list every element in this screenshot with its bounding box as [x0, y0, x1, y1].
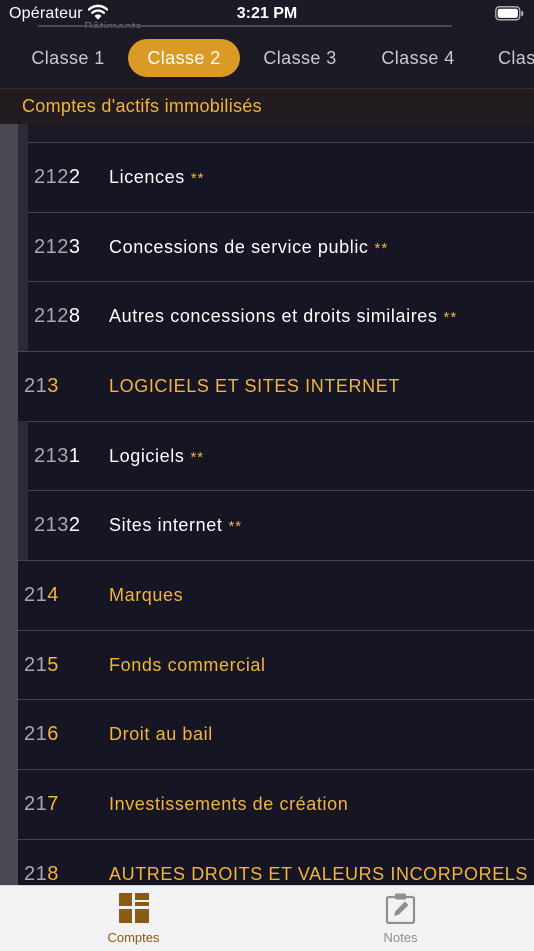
- account-code: 218: [24, 863, 59, 885]
- account-code: 2132: [34, 514, 81, 536]
- account-row-215[interactable]: 215 Fonds commercial: [18, 630, 534, 700]
- account-code: 215: [24, 654, 59, 676]
- account-row-2122[interactable]: 2122 Licences **: [28, 142, 534, 212]
- account-label: Droit au bail: [109, 724, 213, 744]
- stars-marker: **: [190, 170, 205, 187]
- account-row-2132[interactable]: 2132 Sites internet **: [28, 490, 534, 560]
- account-code: 2128: [34, 305, 81, 327]
- class-tabs: Classe 1 Classe 2 Classe 3 Classe 4 Clas…: [0, 28, 534, 88]
- section-header: Comptes d'actifs immobilisés: [0, 88, 534, 125]
- account-row-217[interactable]: 217 Investissements de création: [18, 769, 534, 839]
- grid-icon: [118, 892, 150, 924]
- account-label: AUTRES DROITS ET VALEURS INCORPORELS: [109, 864, 529, 884]
- account-label: Sites internet **: [109, 515, 243, 535]
- account-label: Fonds commercial: [109, 655, 266, 675]
- account-row-2131[interactable]: 2131 Logiciels **: [28, 421, 534, 491]
- bottom-tab-bar: Comptes Notes: [0, 885, 534, 951]
- stars-marker: **: [374, 240, 389, 257]
- account-code: 214: [24, 584, 59, 606]
- divider: [38, 25, 452, 27]
- account-row-214[interactable]: 214 Marques: [18, 560, 534, 630]
- section-title: Comptes d'actifs immobilisés: [22, 96, 262, 116]
- stars-marker: **: [228, 518, 243, 535]
- stars-marker: **: [443, 309, 458, 326]
- tab-comptes[interactable]: Comptes: [0, 886, 267, 951]
- account-label: Marques: [109, 585, 184, 605]
- account-row-2128[interactable]: 2128 Autres concessions et droits simila…: [28, 281, 534, 351]
- tab-classe-4[interactable]: Classe 4: [368, 39, 468, 77]
- account-code: 2131: [34, 445, 81, 467]
- account-row-213[interactable]: 213 LOGICIELS ET SITES INTERNET: [18, 351, 534, 421]
- account-code: 217: [24, 793, 59, 815]
- account-label: Concessions de service public **: [109, 237, 389, 257]
- account-label: Logiciels **: [109, 446, 205, 466]
- tab-classe-2[interactable]: Classe 2: [128, 39, 240, 77]
- tab-classe-5[interactable]: Classe 5: [485, 39, 534, 77]
- tab-classe-3[interactable]: Classe 3: [250, 39, 350, 77]
- account-row-216[interactable]: 216 Droit au bail: [18, 699, 534, 769]
- accounts-list[interactable]: 2122 Licences ** 2123 Concessions de serv…: [0, 124, 534, 885]
- account-code: 2123: [34, 236, 81, 258]
- battery-icon: [495, 6, 524, 26]
- status-bar: Opérateur 3:21 PM: [0, 0, 534, 28]
- clock: 3:21 PM: [236, 5, 298, 22]
- notes-edit-icon: [385, 892, 417, 925]
- stars-marker: **: [190, 449, 205, 466]
- account-label: Autres concessions et droits similaires *…: [109, 306, 458, 326]
- tab-label: Comptes: [107, 930, 160, 945]
- account-code: 216: [24, 723, 59, 745]
- account-code: 213: [24, 375, 59, 397]
- account-row-2123[interactable]: 2123 Concessions de service public **: [28, 212, 534, 282]
- hierarchy-indent-bar: [0, 124, 18, 885]
- tab-label: Notes: [383, 930, 418, 945]
- account-label: Investissements de création: [109, 794, 349, 814]
- account-label: LOGICIELS ET SITES INTERNET: [109, 376, 400, 396]
- account-code: 2122: [34, 166, 81, 188]
- account-label: Licences **: [109, 167, 205, 187]
- account-row-218[interactable]: 218 AUTRES DROITS ET VALEURS INCORPORELS: [18, 839, 534, 885]
- tab-classe-1[interactable]: Classe 1: [18, 39, 118, 77]
- tab-notes[interactable]: Notes: [267, 886, 534, 951]
